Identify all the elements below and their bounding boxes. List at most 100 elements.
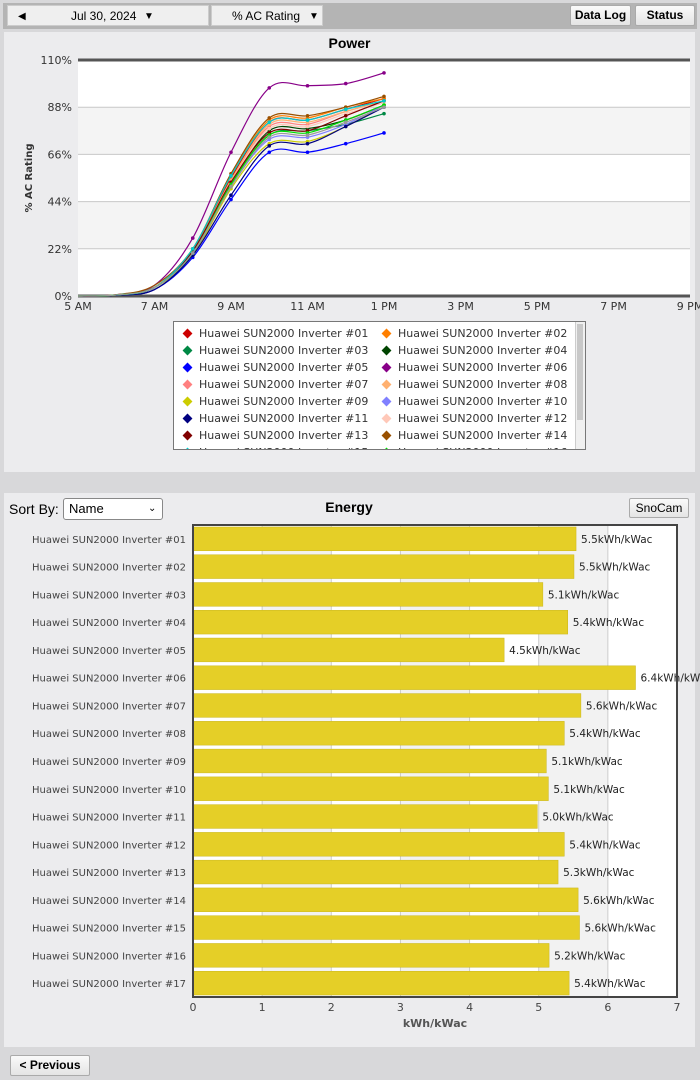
data-point [343, 141, 348, 146]
data-point [229, 184, 233, 189]
category-label: Huawei SUN2000 Inverter #03 [32, 590, 186, 601]
data-label: 5.4kWh/kWac [573, 617, 645, 629]
legend-scrollbar[interactable] [575, 322, 585, 449]
legend-label: Huawei SUN2000 Inverter #06 [398, 361, 568, 374]
x-tick-label: 7 AM [141, 300, 169, 313]
data-label: 5.6kWh/kWac [583, 895, 655, 907]
energy-bar [192, 804, 538, 829]
legend-marker-icon [182, 396, 193, 407]
category-label: Huawei SUN2000 Inverter #09 [32, 757, 186, 768]
power-chart: 0%22%44%66%88%110%5 AM 7 AM 9 AM 11 AM 1 PM 3… [24, 54, 700, 313]
category-label: Huawei SUN2000 Inverter #08 [32, 729, 186, 740]
x-tick-label: 6 [604, 1001, 611, 1014]
data-point [305, 124, 310, 129]
energy-bar [192, 859, 559, 885]
x-tick-label: 7 [674, 1001, 681, 1014]
data-point [382, 94, 386, 99]
legend-marker-icon [182, 345, 193, 356]
data-point [229, 197, 233, 202]
scrollbar-thumb[interactable] [577, 324, 583, 420]
legend-marker-icon [182, 413, 193, 424]
data-point [343, 124, 348, 129]
previous-button[interactable]: < Previous [10, 1055, 90, 1076]
x-tick-label: 11 AM [290, 300, 325, 313]
legend-item[interactable]: Huawei SUN2000 Inverter #05 [180, 359, 379, 376]
legend-label: Huawei SUN2000 Inverter #07 [199, 378, 369, 391]
data-point [343, 113, 348, 118]
data-label: 5.6kWh/kWac [586, 700, 658, 712]
data-label: 5.1kWh/kWac [553, 784, 625, 796]
data-label: 5.4kWh/kWac [569, 728, 641, 740]
data-label: 5.1kWh/kWac [551, 756, 623, 768]
legend-item[interactable]: Huawei SUN2000 Inverter #02 [379, 325, 569, 342]
legend-item[interactable]: Huawei SUN2000 Inverter #16 [379, 444, 569, 449]
legend-item[interactable]: Huawei SUN2000 Inverter #12 [379, 410, 569, 427]
legend-marker-icon [182, 430, 193, 441]
legend-item[interactable]: Huawei SUN2000 Inverter #03 [180, 342, 379, 359]
x-tick-label: 2 [328, 1001, 335, 1014]
data-point [267, 126, 272, 131]
legend-item[interactable]: Huawei SUN2000 Inverter #01 [180, 325, 379, 342]
category-label: Huawei SUN2000 Inverter #10 [32, 785, 186, 796]
x-tick-label: 1 PM [371, 300, 398, 313]
legend-label: Huawei SUN2000 Inverter #02 [398, 327, 568, 340]
energy-bar [192, 526, 577, 552]
category-label: Huawei SUN2000 Inverter #01 [32, 535, 186, 546]
data-point [382, 131, 386, 135]
x-tick-label: 3 PM [447, 300, 474, 313]
data-point [267, 86, 272, 90]
data-point [229, 193, 233, 197]
y-tick-label: 66% [48, 148, 72, 161]
legend-item[interactable]: Huawei SUN2000 Inverter #06 [379, 359, 569, 376]
x-tick-label: 7 PM [600, 300, 627, 313]
legend-item[interactable]: Huawei SUN2000 Inverter #15 [180, 444, 379, 449]
legend-item[interactable]: Huawei SUN2000 Inverter #13 [180, 427, 379, 444]
data-point [305, 113, 310, 118]
data-label: 5.5kWh/kWac [581, 534, 653, 546]
data-point [190, 247, 195, 251]
energy-bar [192, 970, 570, 996]
data-point [305, 133, 310, 137]
y-tick-label: 110% [41, 54, 72, 67]
legend-marker-icon [381, 396, 392, 407]
energy-bar [192, 943, 550, 968]
x-tick-label: 5 [535, 1001, 542, 1014]
legend-item[interactable]: Huawei SUN2000 Inverter #10 [379, 393, 569, 410]
data-point [305, 83, 310, 88]
legend-item[interactable]: Huawei SUN2000 Inverter #14 [379, 427, 569, 444]
data-point [190, 251, 195, 255]
data-point [343, 120, 348, 125]
category-label: Huawei SUN2000 Inverter #11 [32, 813, 186, 824]
legend-marker-icon [381, 430, 392, 441]
legend-item[interactable]: Huawei SUN2000 Inverter #07 [180, 376, 379, 393]
data-label: 5.4kWh/kWac [574, 978, 646, 990]
category-label: Huawei SUN2000 Inverter #17 [32, 979, 186, 990]
legend-label: Huawei SUN2000 Inverter #01 [199, 327, 369, 340]
legend-label: Huawei SUN2000 Inverter #15 [199, 446, 368, 449]
legend-item[interactable]: Huawei SUN2000 Inverter #08 [379, 376, 569, 393]
data-point [267, 120, 272, 125]
category-label: Huawei SUN2000 Inverter #14 [32, 896, 186, 907]
x-tick-label: 9 PM [677, 300, 700, 313]
data-point [229, 174, 233, 178]
data-point [382, 105, 386, 109]
legend-item[interactable]: Huawei SUN2000 Inverter #04 [379, 342, 569, 359]
energy-bar [192, 887, 579, 912]
legend-item[interactable]: Huawei SUN2000 Inverter #11 [180, 410, 379, 427]
legend-label: Huawei SUN2000 Inverter #14 [398, 429, 568, 442]
data-point [267, 116, 272, 120]
data-label: 5.0kWh/kWac [542, 812, 614, 824]
x-tick-label: 3 [397, 1001, 404, 1014]
legend-marker-icon [381, 413, 392, 424]
legend-label: Huawei SUN2000 Inverter #16 [398, 446, 567, 449]
legend-label: Huawei SUN2000 Inverter #03 [199, 344, 369, 357]
category-label: Huawei SUN2000 Inverter #05 [32, 646, 186, 657]
legend-label: Huawei SUN2000 Inverter #05 [199, 361, 369, 374]
energy-bar [192, 721, 565, 746]
data-point [305, 150, 310, 155]
legend-marker-icon [381, 447, 392, 449]
data-label: 4.5kWh/kWac [509, 645, 581, 657]
legend-label: Huawei SUN2000 Inverter #04 [398, 344, 568, 357]
legend-item[interactable]: Huawei SUN2000 Inverter #09 [180, 393, 379, 410]
power-legend: Huawei SUN2000 Inverter #01 Huawei SUN200… [173, 321, 586, 450]
